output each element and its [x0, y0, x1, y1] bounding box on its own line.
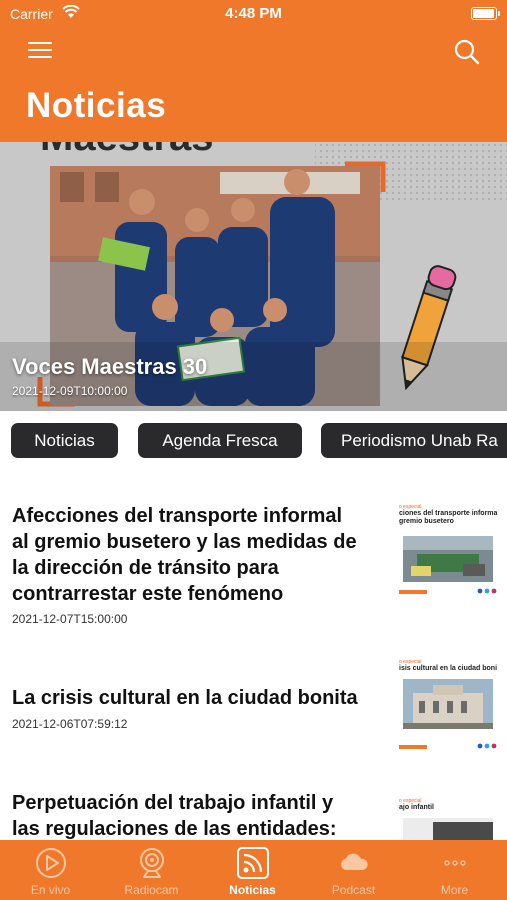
- social-icons: [477, 588, 497, 594]
- clock: 4:48 PM: [225, 5, 282, 22]
- tab-more[interactable]: More: [404, 840, 505, 900]
- category-selector: Noticias Agenda Fresca Periodismo Unab R…: [11, 423, 507, 458]
- featured-article-date: 2021-12-09T10:00:00: [12, 384, 128, 398]
- tab-radiocam[interactable]: Radiocam: [101, 840, 202, 900]
- battery-icon: [471, 7, 500, 20]
- tab-en-vivo[interactable]: En vivo: [0, 840, 101, 900]
- cloud-icon: [341, 853, 368, 870]
- rss-feed-icon: [237, 847, 269, 879]
- article-list-item[interactable]: Afecciones del transporte informal al gr…: [0, 500, 507, 630]
- article-thumbnail: o especial isis cultural en la ciudad bo…: [395, 657, 507, 757]
- tab-podcast[interactable]: Podcast: [303, 840, 404, 900]
- article-date: 2021-12-07T15:00:00: [12, 612, 128, 626]
- article-thumbnail: o especial ajo infantil: [395, 796, 507, 840]
- page-title: Noticias: [26, 86, 167, 125]
- article-thumbnail: o especial ciones del transporte informa…: [395, 502, 507, 602]
- article-date: 2021-12-06T07:59:12: [12, 717, 128, 731]
- more-dots-icon: [444, 860, 466, 866]
- play-circle-icon: [36, 848, 66, 878]
- webcam-icon: [140, 848, 164, 878]
- article-list-item[interactable]: Perpetuación del trabajo infantil y las …: [0, 788, 507, 840]
- category-pill-noticias[interactable]: Noticias: [11, 423, 118, 458]
- status-bar: Carrier 4:48 PM: [0, 0, 507, 28]
- article-title: Afecciones del transporte informal al gr…: [12, 505, 357, 605]
- app-header: Carrier 4:48 PM Noticias: [0, 0, 507, 142]
- category-pill-periodismo-unab[interactable]: Periodismo Unab Ra: [321, 423, 507, 458]
- featured-article-title: Voces Maestras 30: [12, 354, 208, 379]
- social-icons: [477, 743, 497, 749]
- article-title: Perpetuación del trabajo infantil y las …: [12, 792, 337, 840]
- article-list-item[interactable]: La crisis cultural en la ciudad bonita 2…: [0, 655, 507, 757]
- article-title: La crisis cultural en la ciudad bonita: [12, 687, 358, 709]
- search-icon[interactable]: [453, 38, 481, 66]
- svg-text:Maestras: Maestras: [40, 142, 213, 159]
- category-pill-agenda-fresca[interactable]: Agenda Fresca: [138, 423, 302, 458]
- bottom-tab-bar: En vivo Radiocam Noticias Podcast More: [0, 840, 507, 900]
- featured-article-card[interactable]: Maestras: [0, 142, 507, 411]
- battery-level: [473, 9, 494, 18]
- tab-noticias[interactable]: Noticias: [202, 840, 303, 900]
- hamburger-menu-icon[interactable]: [28, 42, 52, 62]
